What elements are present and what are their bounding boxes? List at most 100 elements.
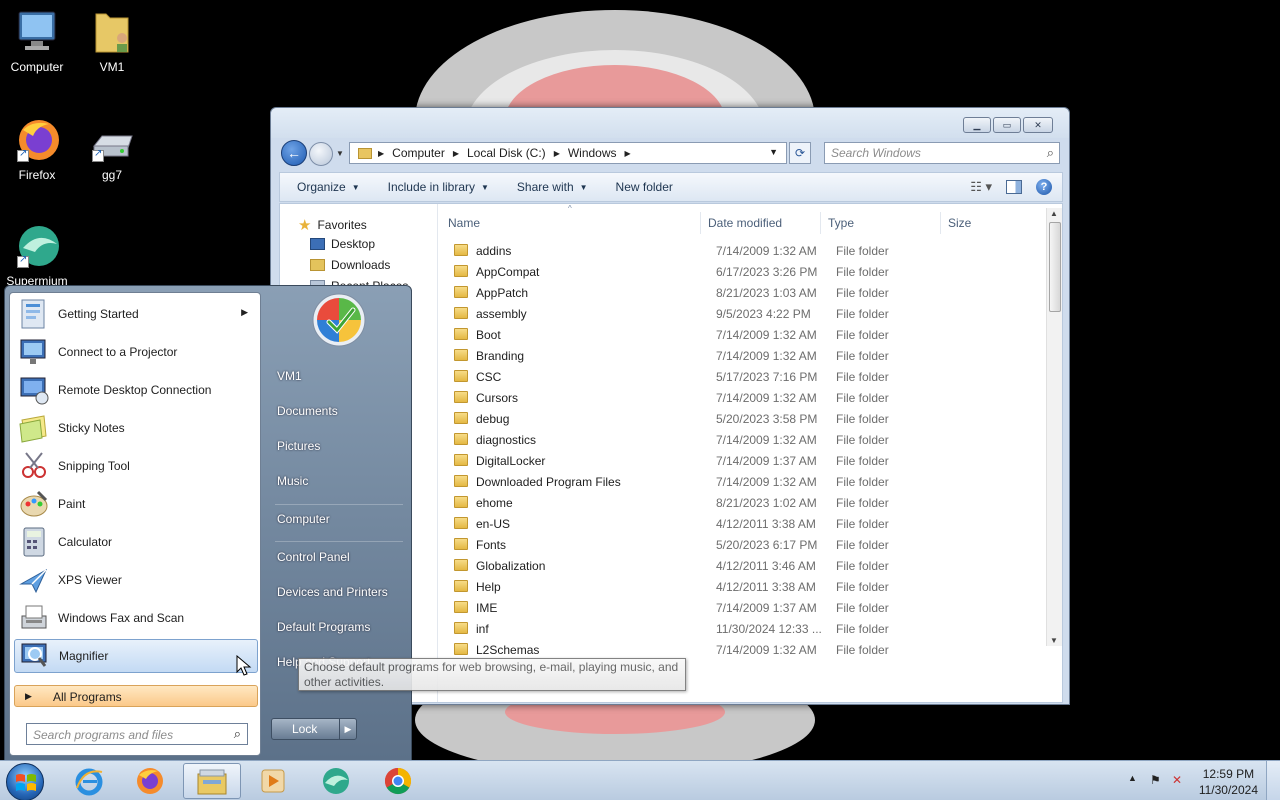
change-view-icon[interactable]: ☷ ▾ <box>970 179 992 195</box>
share-with-button[interactable]: Share with ▼ <box>503 180 602 194</box>
help-icon[interactable]: ? <box>1036 179 1052 195</box>
column-divider[interactable] <box>940 212 941 234</box>
scroll-up-icon[interactable]: ▲ <box>1050 209 1058 218</box>
user-picture-icon[interactable] <box>311 292 367 348</box>
file-row[interactable]: assembly 9/5/2023 4:22 PM File folder <box>446 303 1026 324</box>
taskbar-supermium[interactable] <box>307 763 365 799</box>
taskbar-internet-explorer[interactable] <box>60 763 118 799</box>
vertical-scrollbar[interactable]: ▲ ▼ <box>1046 208 1062 646</box>
start-link-devices-and-printers[interactable]: Devices and Printers <box>277 585 388 599</box>
back-button[interactable]: ← <box>281 140 307 166</box>
recent-pages-button[interactable]: ▼ <box>336 149 344 158</box>
title-bar[interactable]: ▁ ▭ ✕ <box>271 108 1069 138</box>
taskbar-file-explorer[interactable] <box>183 763 241 799</box>
action-center-icon[interactable]: ⚑ <box>1150 773 1161 787</box>
file-row[interactable]: ehome 8/21/2023 1:02 AM File folder <box>446 492 1026 513</box>
desktop-icon-gg7[interactable]: gg7 <box>72 124 152 182</box>
file-row[interactable]: Cursors 7/14/2009 1:32 AM File folder <box>446 387 1026 408</box>
breadcrumb-computer[interactable]: Computer <box>392 146 445 160</box>
program-item[interactable]: XPS Viewer <box>14 563 258 597</box>
address-dropdown-icon[interactable]: ▼ <box>769 147 778 157</box>
search-input[interactable]: Search Windows ⌕ <box>824 142 1060 164</box>
start-link-control-panel[interactable]: Control Panel <box>277 550 350 564</box>
start-link-vm1[interactable]: VM1 <box>277 369 302 383</box>
column-header-name[interactable]: Name <box>448 216 480 230</box>
scrollbar-thumb[interactable] <box>1049 222 1061 312</box>
close-button[interactable]: ✕ <box>1023 117 1053 133</box>
power-options-arrow-icon[interactable]: ▶ <box>339 718 357 740</box>
column-header-type[interactable]: Type <box>828 216 854 230</box>
refresh-button[interactable]: ⟳ <box>789 142 811 164</box>
file-row[interactable]: addins 7/14/2009 1:32 AM File folder <box>446 240 1026 261</box>
nav-favorites[interactable]: ★ Favorites <box>298 216 367 234</box>
file-row[interactable]: Downloaded Program Files 7/14/2009 1:32 A… <box>446 471 1026 492</box>
network-disconnected-icon[interactable]: ✕ <box>1172 773 1182 787</box>
program-item[interactable]: Calculator <box>14 525 258 559</box>
file-row[interactable]: debug 5/20/2023 3:58 PM File folder <box>446 408 1026 429</box>
show-desktop-button[interactable] <box>1266 761 1280 800</box>
file-row[interactable]: en-US 4/12/2011 3:38 AM File folder <box>446 513 1026 534</box>
file-row[interactable]: Globalization 4/12/2011 3:46 AM File folde… <box>446 555 1026 576</box>
taskbar-chrome[interactable] <box>369 763 427 799</box>
file-row[interactable]: AppPatch 8/21/2023 1:03 AM File folder <box>446 282 1026 303</box>
start-button[interactable] <box>6 763 44 800</box>
desktop-icon-computer[interactable]: Computer <box>0 8 77 74</box>
start-link-pictures[interactable]: Pictures <box>277 439 320 453</box>
file-row[interactable]: Fonts 5/20/2023 6:17 PM File folder <box>446 534 1026 555</box>
all-programs-button[interactable]: ▶ All Programs <box>14 685 258 707</box>
program-item[interactable]: Connect to a Projector <box>14 335 258 369</box>
organize-button[interactable]: Organize ▼ <box>280 180 374 194</box>
file-row[interactable]: diagnostics 7/14/2009 1:32 AM File folder <box>446 429 1026 450</box>
file-row[interactable]: inf 11/30/2024 12:33 ... File folder <box>446 618 1026 639</box>
clock[interactable]: 12:59 PM 11/30/2024 <box>1199 766 1258 798</box>
scroll-down-icon[interactable]: ▼ <box>1050 636 1058 645</box>
column-header-date-modified[interactable]: Date modified <box>708 216 782 230</box>
file-row[interactable]: AppCompat 6/17/2023 3:26 PM File folder <box>446 261 1026 282</box>
start-search-input[interactable]: Search programs and files ⌕ <box>26 723 248 745</box>
breadcrumb-windows[interactable]: Windows <box>568 146 617 160</box>
desktop-icon-supermium[interactable]: Supermium <box>0 222 77 288</box>
maximize-button[interactable]: ▭ <box>993 117 1021 133</box>
chevron-right-icon[interactable]: ▶ <box>625 149 631 158</box>
desktop-icon-vm1[interactable]: VM1 <box>72 8 152 74</box>
lock-button[interactable]: Lock <box>271 718 341 740</box>
program-item[interactable]: Snipping Tool <box>14 449 258 483</box>
address-bar[interactable]: ▶ Computer ▶ Local Disk (C:) ▶ Windows ▶… <box>349 142 787 164</box>
program-item[interactable]: Getting Started ▶ <box>14 297 258 331</box>
search-icon[interactable]: ⌕ <box>234 726 241 742</box>
show-hidden-icons-icon[interactable]: ▲ <box>1128 773 1137 783</box>
file-row[interactable]: DigitalLocker 7/14/2009 1:37 AM File folde… <box>446 450 1026 471</box>
nav-desktop[interactable]: Desktop <box>310 237 375 251</box>
program-item[interactable]: Remote Desktop Connection <box>14 373 258 407</box>
new-folder-button[interactable]: New folder <box>602 180 687 194</box>
start-link-documents[interactable]: Documents <box>277 404 338 418</box>
column-divider[interactable] <box>700 212 701 234</box>
file-row[interactable]: IME 7/14/2009 1:37 AM File folder <box>446 597 1026 618</box>
file-row[interactable]: Boot 7/14/2009 1:32 AM File folder <box>446 324 1026 345</box>
nav-downloads[interactable]: Downloads <box>310 258 390 272</box>
start-link-default-programs[interactable]: Default Programs <box>277 620 370 634</box>
file-row[interactable]: L2Schemas 7/14/2009 1:32 AM File folder <box>446 639 1026 660</box>
taskbar-media-player[interactable] <box>244 763 302 799</box>
column-divider[interactable] <box>820 212 821 234</box>
chevron-right-icon[interactable]: ▶ <box>554 149 560 158</box>
file-row[interactable]: Help 4/12/2011 3:38 AM File folder <box>446 576 1026 597</box>
include-in-library-button[interactable]: Include in library ▼ <box>374 180 503 194</box>
breadcrumb-local-disk[interactable]: Local Disk (C:) <box>467 146 546 160</box>
file-row[interactable]: CSC 5/17/2023 7:16 PM File folder <box>446 366 1026 387</box>
search-icon[interactable]: ⌕ <box>1047 145 1054 161</box>
column-header-size[interactable]: Size <box>948 216 971 230</box>
file-row[interactable]: Branding 7/14/2009 1:32 AM File folder <box>446 345 1026 366</box>
desktop-icon-firefox[interactable]: Firefox <box>0 116 77 182</box>
preview-pane-icon[interactable] <box>1006 180 1022 194</box>
chevron-right-icon[interactable]: ▶ <box>378 149 384 158</box>
program-item[interactable]: Paint <box>14 487 258 521</box>
program-item[interactable]: Sticky Notes <box>14 411 258 445</box>
start-link-music[interactable]: Music <box>277 474 308 488</box>
program-item[interactable]: Windows Fax and Scan <box>14 601 258 635</box>
taskbar-firefox[interactable] <box>121 763 179 799</box>
forward-button[interactable] <box>309 142 333 166</box>
program-item[interactable]: Magnifier <box>14 639 258 673</box>
start-link-computer[interactable]: Computer <box>277 512 330 526</box>
chevron-right-icon[interactable]: ▶ <box>453 149 459 158</box>
